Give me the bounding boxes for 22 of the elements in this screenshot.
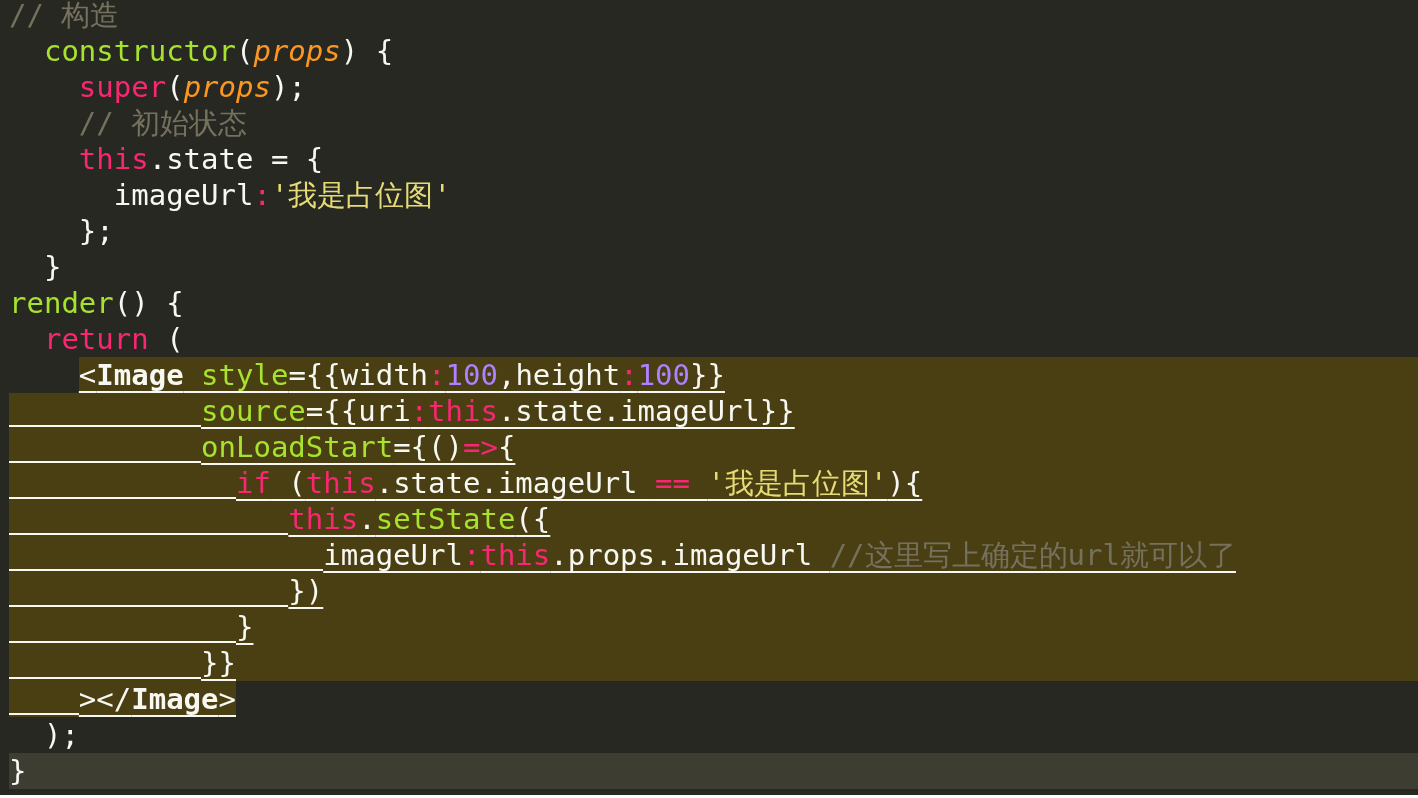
code-line: if (this.state.imageUrl == '我是占位图'){ [236,465,923,501]
code-line: onLoadStart={()=>{ [201,429,516,465]
code-line: render() { [9,285,184,321]
code-line: // 初始状态 [78,105,248,141]
code-line: super(props); [78,69,306,105]
code-line: constructor(props) { [43,33,394,69]
code-line: } [9,753,27,789]
code-line: ); [43,717,79,753]
code-line: } [236,609,254,645]
code-line: this.setState({ [288,501,551,537]
code-line: }; [78,213,114,249]
code-line: source={{uri:this.state.imageUrl}} [201,393,795,429]
code-line: }} [201,645,236,681]
code-line: } [43,249,62,285]
code-line: return ( [43,321,184,357]
code-line: imageUrl:'我是占位图' [113,177,451,213]
code-line: ></Image> [78,681,236,717]
code-line: this.state = { [78,141,324,177]
code-line: imageUrl:this.props.imageUrl //这里写上确定的url就可以了 [323,537,1236,573]
code-line: }) [288,573,324,609]
code-line: <Image style={{width:100,height:100}} [78,357,725,393]
code-line: // 构造 [9,0,120,33]
